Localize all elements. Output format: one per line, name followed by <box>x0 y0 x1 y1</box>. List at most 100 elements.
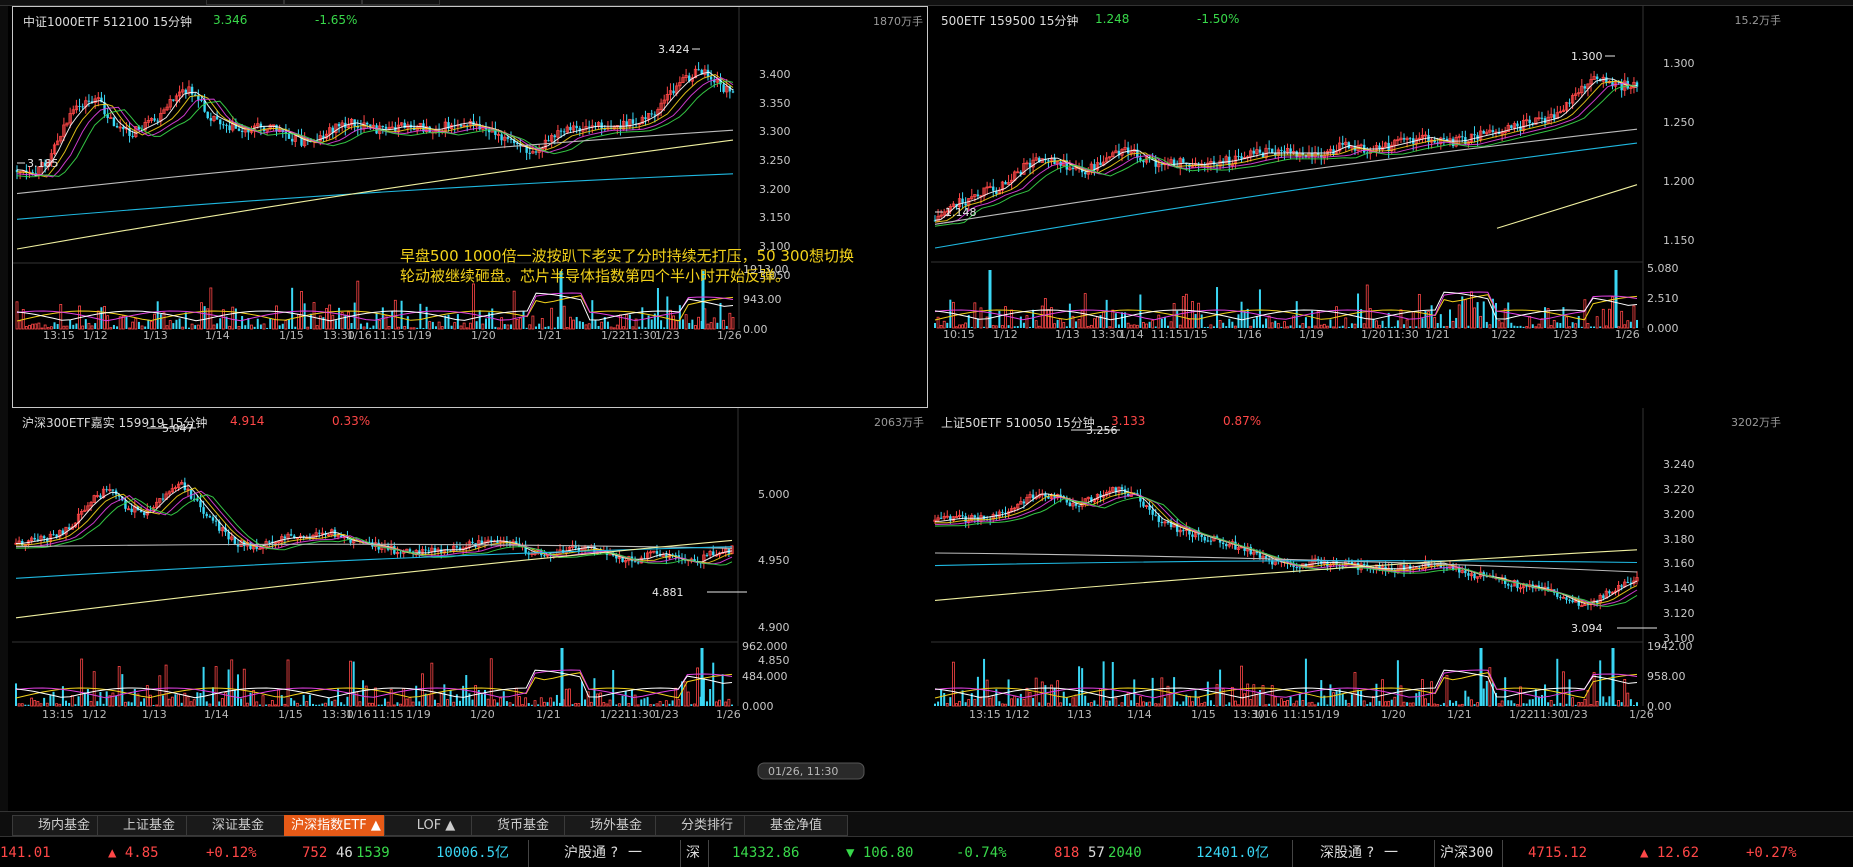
ma250-line <box>15 539 733 619</box>
time-axis-label: 1/23 <box>1553 328 1578 341</box>
question-circle-icon[interactable]: ? <box>1366 840 1374 867</box>
kline-chart[interactable]: 5.0004.9504.9004.850962.000484.0000.0001… <box>12 408 928 811</box>
hs300-change: ▲ 12.62 <box>1640 845 1700 861</box>
price-axis-tick: 3.350 <box>759 97 791 110</box>
volume-bars <box>934 648 1638 707</box>
time-axis-label: 1/26 <box>1615 328 1640 341</box>
volume-axis-tick: 5.080 <box>1647 262 1679 275</box>
high-price-label: 1.300 <box>1571 50 1603 63</box>
time-axis-label: 1/20 <box>1361 328 1386 341</box>
time-axis-label: 1/12 <box>83 329 108 342</box>
price-axis-tick: 1.300 <box>1663 57 1695 70</box>
kline-chart[interactable]: 3.2403.2203.2003.1803.1603.1403.1203.100… <box>931 408 1853 811</box>
time-axis-label: 13:15 <box>42 708 74 721</box>
chart-panel-csi1000[interactable]: 中证1000ETF 512100 15分钟 3.346 -1.65% 1870万… <box>12 6 928 408</box>
time-axis-label: 1/13 <box>143 329 168 342</box>
volume-axis-tick: 2.510 <box>1647 292 1679 305</box>
chart-body: 3.2403.2203.2003.1803.1603.1403.1203.100… <box>931 408 1695 721</box>
time-axis-label: 11:30 <box>1533 708 1565 721</box>
sh-index-value: 141.01 <box>0 845 51 861</box>
low-price-label: 1.148 <box>945 206 977 219</box>
tab-money-fund[interactable]: 货币基金 <box>471 815 575 836</box>
high-price-label: 3.424 <box>658 43 690 56</box>
time-axis-label: 1/12 <box>82 708 107 721</box>
ticker-divider <box>528 840 529 867</box>
time-axis-label: 1/20 <box>470 708 495 721</box>
time-axis-label: 1/14 <box>1127 708 1152 721</box>
time-axis-label: 1/26 <box>1629 708 1654 721</box>
top-tab-3[interactable] <box>362 0 440 5</box>
sz-connect-label[interactable]: 深股通 <box>1320 840 1362 867</box>
top-tab-1[interactable] <box>206 0 284 5</box>
price-axis-tick: 3.220 <box>1663 483 1695 496</box>
ma60-line <box>934 128 1638 225</box>
question-circle-icon[interactable]: ? <box>610 840 618 867</box>
left-gutter <box>0 6 8 811</box>
sz-decliners: 2040 <box>1108 845 1142 861</box>
tab-fund-nav[interactable]: 基金净值 <box>744 815 848 836</box>
time-axis-label: 11:15 <box>1151 328 1183 341</box>
sz-advancers: 818 <box>1054 845 1080 861</box>
time-axis-label: 1/12 <box>993 328 1018 341</box>
chart-panel-sse50[interactable]: 上证50ETF 510050 15分钟 3.133 0.87% 3202万手 3… <box>931 408 1853 811</box>
price-axis-tick: 3.140 <box>1663 582 1695 595</box>
time-axis-label: 1/15 <box>1191 708 1216 721</box>
price-axis-tick: 1.150 <box>1663 234 1695 247</box>
volume-axis-tick: 962.000 <box>742 640 788 653</box>
time-axis-label: 13:30 <box>1091 328 1123 341</box>
volume-ma-line <box>15 669 733 699</box>
time-axis-label: 1/19 <box>406 708 431 721</box>
time-axis-label: 1/26 <box>716 708 741 721</box>
time-axis-label: 1/13 <box>1067 708 1092 721</box>
price-axis-tick: 3.400 <box>759 68 791 81</box>
time-axis-label: 1/14 <box>204 708 229 721</box>
top-tab-2[interactable] <box>284 0 362 5</box>
volume-spike <box>700 648 704 706</box>
low-price-label: 3.094 <box>1571 622 1603 635</box>
tab-offsite-fund[interactable]: 场外基金 <box>564 815 668 836</box>
chart-body: 1.300 1.250 1.200 1.150 5.080 2.510 0.000 10:15… <box>931 6 1695 341</box>
ticker-divider <box>680 840 681 867</box>
price-axis-tick: 3.180 <box>1663 533 1695 546</box>
volume-spike <box>1479 648 1483 706</box>
time-axis-label: 11:30 <box>625 329 657 342</box>
volume-axis-tick: 484.000 <box>742 670 788 683</box>
annotation-text: 早盘500 1000倍一波按趴下老实了分时持续无打压，50 300想切换 轮动被… <box>400 246 870 286</box>
ma120-line <box>16 173 734 220</box>
kline-chart[interactable]: 1.300 1.250 1.200 1.150 5.080 2.510 0.000 10:15… <box>931 6 1853 408</box>
time-axis-label: 1/22 <box>1509 708 1534 721</box>
kline-chart[interactable]: 3.4003.3503.3003.2503.2003.1503.1003.050… <box>13 7 929 409</box>
fund-category-tabs: 场内基金 上证基金 深证基金 沪深指数ETF ▲ LOF ▲ 货币基金 场外基金… <box>0 811 1853 837</box>
time-axis-label: 1/16 <box>347 329 372 342</box>
sz-change-pct: -0.74% <box>956 845 1007 861</box>
chart-panel-500etf[interactable]: 500ETF 159500 15分钟 1.248 -1.50% 15.2万手 1… <box>931 6 1853 408</box>
time-axis-label: 1/22 <box>601 329 626 342</box>
ma250-line <box>934 549 1638 601</box>
time-axis-label: 11:15 <box>1283 708 1315 721</box>
time-axis-label: 10:15 <box>943 328 975 341</box>
price-axis-tick: 3.200 <box>1663 508 1695 521</box>
hs300-label: 沪深300 <box>1440 845 1494 861</box>
volume-axis-tick: 0.00 <box>743 323 768 336</box>
annotation-line-2: 轮动被继续砸盘。芯片半导体指数第四个半小时开始反弹。 <box>400 267 791 285</box>
sh-decliners: 1539 <box>356 845 390 861</box>
time-axis-label: 1/12 <box>1005 708 1030 721</box>
ticker-divider <box>1434 840 1435 867</box>
tab-sz-fund[interactable]: 深证基金 <box>186 815 290 836</box>
price-axis-tick: 5.000 <box>758 488 790 501</box>
sh-connect-label[interactable]: 沪股通 <box>564 840 606 867</box>
ma120-line <box>15 546 733 579</box>
time-axis-label: 1/19 <box>407 329 432 342</box>
chart-panel-hs300[interactable]: 沪深300ETF嘉实 159919 15分钟 4.914 0.33% 2063万… <box>12 408 928 811</box>
tab-index-etf[interactable]: 沪深指数ETF ▲ <box>284 815 388 836</box>
time-axis-label: 1/13 <box>142 708 167 721</box>
time-axis-label: 1/15 <box>279 329 304 342</box>
time-axis-label: 11:15 <box>373 329 405 342</box>
moving-average-line <box>15 490 733 565</box>
time-axis-label: 1/22 <box>600 708 625 721</box>
time-axis-label: 11:30 <box>624 708 656 721</box>
price-axis-tick: 3.160 <box>1663 557 1695 570</box>
volume-axis-tick: 943.00 <box>743 293 782 306</box>
price-axis-tick: 1.250 <box>1663 116 1695 129</box>
ticker-divider <box>708 840 709 867</box>
